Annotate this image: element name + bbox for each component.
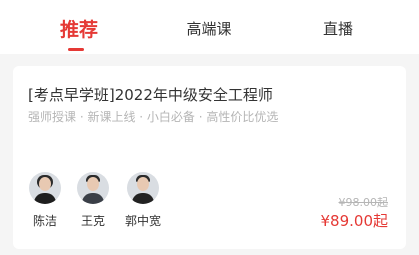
teacher-name: 陈洁 [32, 214, 57, 228]
course-subtitle: 强师授课 · 新课上线 · 小白必备 · 高性价比优选 [28, 110, 279, 124]
teacher-name: 王克 [80, 214, 105, 228]
teacher-avatar [77, 172, 109, 204]
teacher-item: 陈洁 [20, 172, 70, 229]
course-title: [考点早学班]2022年中级安全工程师 [28, 86, 273, 104]
teacher-avatar [127, 172, 159, 204]
tab-premium-courses[interactable]: 高端课 [181, 18, 237, 39]
tab-recommend[interactable]: 推荐 [56, 15, 102, 42]
teacher-name: 郭中宽 [124, 214, 161, 228]
course-card[interactable]: [考点早学班]2022年中级安全工程师 强师授课 · 新课上线 · 小白必备 ·… [13, 66, 406, 249]
active-tab-indicator [68, 48, 84, 51]
teacher-item: 王克 [68, 172, 118, 229]
teacher-avatar [29, 172, 61, 204]
category-tabs: 推荐 高端课 直播 [0, 0, 419, 54]
current-price: ¥89.00起 [320, 212, 389, 230]
original-price: ¥98.00起 [338, 196, 389, 209]
teacher-item: 郭中宽 [118, 172, 168, 229]
tab-live[interactable]: 直播 [318, 18, 358, 39]
